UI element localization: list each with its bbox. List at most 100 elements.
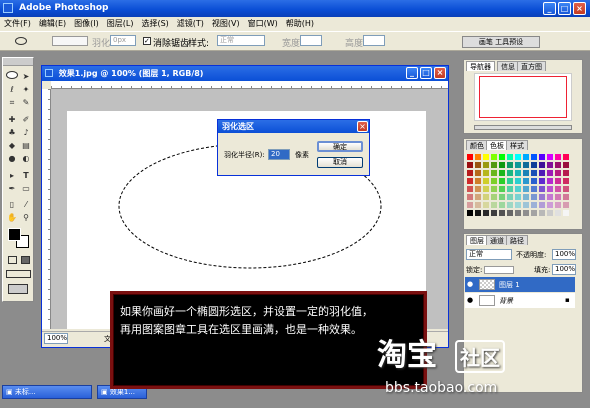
menu-filter[interactable]: 滤镜(T) xyxy=(173,17,208,31)
color-swatch[interactable] xyxy=(474,169,482,177)
color-swatch[interactable] xyxy=(506,169,514,177)
color-swatch[interactable] xyxy=(546,153,554,161)
dialog-close-button[interactable]: × xyxy=(357,121,368,132)
quick-mask-icon[interactable] xyxy=(8,256,17,264)
tab-info[interactable]: 信息 xyxy=(497,61,519,71)
color-swatch[interactable] xyxy=(538,161,546,169)
color-swatch[interactable] xyxy=(530,153,538,161)
color-swatch[interactable] xyxy=(546,177,554,185)
fill-input[interactable]: 100% xyxy=(552,264,576,275)
color-swatch[interactable] xyxy=(506,209,514,217)
doc-maximize-button[interactable]: □ xyxy=(420,67,432,79)
color-swatch[interactable] xyxy=(474,193,482,201)
menu-image[interactable]: 图像(I) xyxy=(70,17,103,31)
hand-tool-icon[interactable]: ✋ xyxy=(6,212,18,223)
tab-channels[interactable]: 通道 xyxy=(486,235,508,245)
cancel-button[interactable]: 取消 xyxy=(317,157,363,168)
menu-window[interactable]: 窗口(W) xyxy=(244,17,282,31)
color-swatch[interactable] xyxy=(530,169,538,177)
height-input[interactable] xyxy=(363,35,385,46)
color-swatch[interactable] xyxy=(498,177,506,185)
color-swatch[interactable] xyxy=(554,185,562,193)
ellipse-marquee-icon[interactable] xyxy=(15,37,27,45)
color-swatch[interactable] xyxy=(466,161,474,169)
color-swatch[interactable] xyxy=(498,185,506,193)
color-swatch[interactable] xyxy=(538,201,546,209)
color-swatch[interactable] xyxy=(514,209,522,217)
tab-histogram[interactable]: 直方图 xyxy=(517,61,546,71)
color-swatch[interactable] xyxy=(514,177,522,185)
color-swatch[interactable] xyxy=(498,169,506,177)
color-swatch[interactable] xyxy=(562,193,570,201)
color-swatch[interactable] xyxy=(554,161,562,169)
color-swatch[interactable] xyxy=(514,169,522,177)
color-swatch[interactable] xyxy=(474,201,482,209)
feather-input[interactable]: 0px xyxy=(110,35,136,46)
blend-mode-select[interactable]: 正常 xyxy=(466,249,512,260)
doc-close-button[interactable]: × xyxy=(434,67,446,79)
menu-help[interactable]: 帮助(H) xyxy=(282,17,318,31)
tab-layers[interactable]: 图层 xyxy=(466,235,488,245)
color-swatch[interactable] xyxy=(490,169,498,177)
zoom-field[interactable]: 100% xyxy=(44,333,68,344)
color-swatch[interactable] xyxy=(474,177,482,185)
color-swatch[interactable] xyxy=(466,209,474,217)
color-swatch[interactable] xyxy=(482,209,490,217)
antialias-checkbox[interactable]: ✓ xyxy=(143,37,151,45)
menu-layer[interactable]: 图层(L) xyxy=(103,17,138,31)
lasso-tool-icon[interactable]: ℓ xyxy=(6,84,18,95)
color-swatch[interactable] xyxy=(546,209,554,217)
gradient-tool-icon[interactable]: ▤ xyxy=(20,140,32,151)
eye-icon[interactable]: ● xyxy=(467,296,473,304)
notes-tool-icon[interactable]: ▯ xyxy=(6,199,18,210)
brush-tool-icon[interactable]: ✐ xyxy=(20,114,32,125)
color-swatch[interactable] xyxy=(530,177,538,185)
color-swatch[interactable] xyxy=(522,177,530,185)
maximize-button[interactable]: □ xyxy=(558,2,571,15)
color-swatch[interactable] xyxy=(498,161,506,169)
color-swatch[interactable] xyxy=(514,153,522,161)
color-swatch[interactable] xyxy=(514,161,522,169)
color-swatch[interactable] xyxy=(490,201,498,209)
color-swatch[interactable] xyxy=(530,161,538,169)
opacity-input[interactable]: 100% xyxy=(552,249,576,260)
color-swatch[interactable] xyxy=(530,185,538,193)
color-swatch[interactable] xyxy=(554,209,562,217)
path-select-icon[interactable]: ▸ xyxy=(6,170,18,181)
color-swatch[interactable] xyxy=(466,193,474,201)
color-swatch[interactable] xyxy=(466,177,474,185)
color-swatch[interactable] xyxy=(538,209,546,217)
color-swatch[interactable] xyxy=(562,169,570,177)
screen-mode-icons[interactable] xyxy=(6,270,31,278)
slice-tool-icon[interactable]: ✎ xyxy=(20,97,32,108)
tab-color[interactable]: 颜色 xyxy=(466,140,488,150)
color-swatch[interactable] xyxy=(466,169,474,177)
type-tool-icon[interactable]: T xyxy=(20,170,32,181)
color-swatch[interactable] xyxy=(482,161,490,169)
color-swatch[interactable] xyxy=(538,193,546,201)
layer-row[interactable]: ● 背景 ▪ xyxy=(465,293,575,308)
eyedropper-tool-icon[interactable]: ⁄ xyxy=(20,199,32,210)
color-swatch[interactable] xyxy=(474,185,482,193)
color-swatch[interactable] xyxy=(522,161,530,169)
color-swatch[interactable] xyxy=(498,201,506,209)
color-swatch[interactable] xyxy=(562,209,570,217)
color-swatch[interactable] xyxy=(562,201,570,209)
menu-select[interactable]: 选择(S) xyxy=(137,17,172,31)
tab-styles[interactable]: 样式 xyxy=(506,140,528,150)
blur-tool-icon[interactable]: ● xyxy=(6,153,18,164)
dodge-tool-icon[interactable]: ◐ xyxy=(20,153,32,164)
minimize-button[interactable]: _ xyxy=(543,2,556,15)
foreground-color-swatch[interactable] xyxy=(8,228,21,241)
color-swatch[interactable] xyxy=(554,153,562,161)
color-swatch[interactable] xyxy=(514,193,522,201)
color-swatch[interactable] xyxy=(490,185,498,193)
width-input[interactable] xyxy=(300,35,322,46)
color-swatch[interactable] xyxy=(482,169,490,177)
color-swatch[interactable] xyxy=(522,185,530,193)
color-swatch[interactable] xyxy=(498,193,506,201)
color-swatch[interactable] xyxy=(482,153,490,161)
color-swatch[interactable] xyxy=(482,185,490,193)
jump-to-imageready-icon[interactable] xyxy=(8,284,28,294)
brush-presets-button[interactable]: 画笔 工具预设 xyxy=(462,36,540,48)
